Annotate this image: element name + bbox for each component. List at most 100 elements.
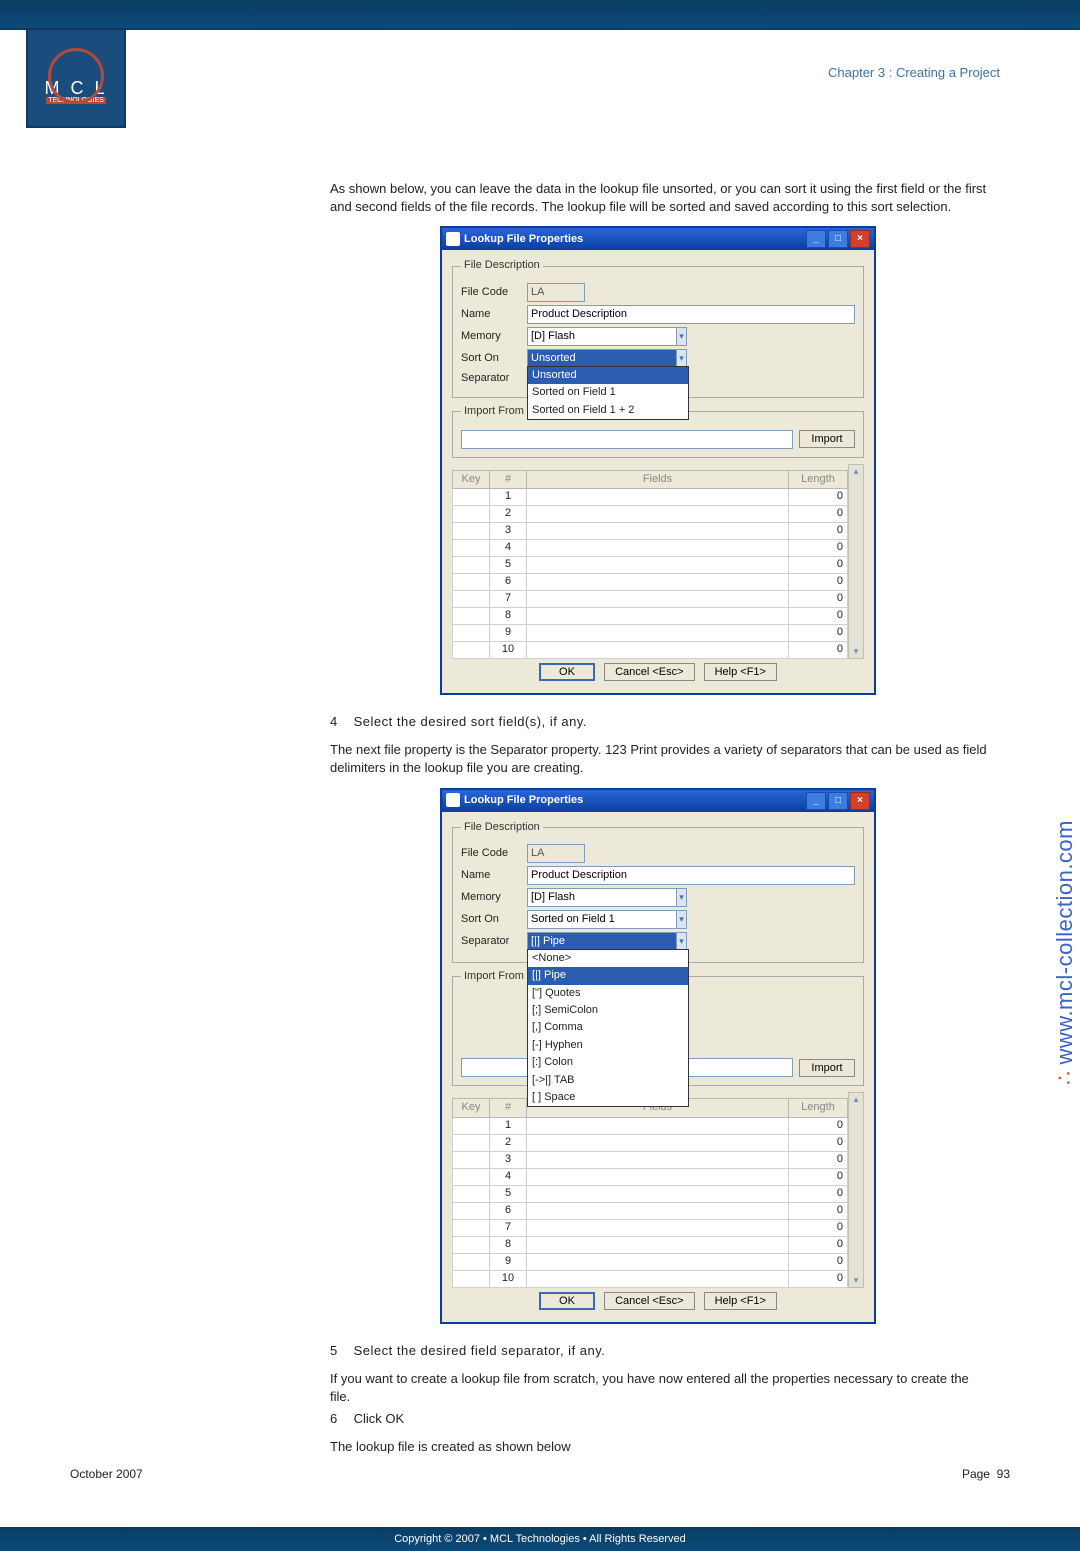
table-row: 60: [453, 1202, 848, 1219]
option-space[interactable]: [ ] Space: [528, 1089, 688, 1106]
label-memory: Memory: [461, 329, 527, 344]
close-button[interactable]: ×: [850, 230, 870, 248]
col-fields[interactable]: Fields: [527, 470, 789, 488]
file-description-legend: File Description: [461, 258, 543, 273]
fields-table[interactable]: Key # Fields Length 10 20 30 40 50 60 70…: [452, 1098, 848, 1287]
table-row: 90: [453, 624, 848, 641]
table-row: 80: [453, 1236, 848, 1253]
titlebar[interactable]: Lookup File Properties _ □ ×: [442, 228, 874, 250]
label-memory: Memory: [461, 890, 527, 905]
label-sorton: Sort On: [461, 351, 527, 366]
intro-paragraph: As shown below, you can leave the data i…: [330, 180, 990, 216]
col-length[interactable]: Length: [789, 1099, 848, 1117]
paragraph-create: If you want to create a lookup file from…: [330, 1370, 990, 1406]
maximize-button[interactable]: □: [828, 792, 848, 810]
table-row: 100: [453, 641, 848, 658]
file-description-group: File Description File Code Name Memory ▾: [452, 258, 864, 398]
table-row: 80: [453, 607, 848, 624]
label-filecode: File Code: [461, 846, 527, 861]
sorton-options[interactable]: Unsorted Sorted on Field 1 Sorted on Fie…: [527, 366, 689, 420]
mcl-logo: M C L TECHNOLOGIES: [26, 28, 126, 128]
window-title: Lookup File Properties: [464, 793, 583, 808]
help-button[interactable]: Help <F1>: [704, 1292, 777, 1310]
option-tab[interactable]: [->|] TAB: [528, 1072, 688, 1089]
option-hyphen[interactable]: [-] Hyphen: [528, 1037, 688, 1054]
name-field[interactable]: [527, 305, 855, 324]
label-separator: Separator: [461, 371, 527, 386]
help-button[interactable]: Help <F1>: [704, 663, 777, 681]
ok-button[interactable]: OK: [539, 1292, 595, 1310]
separator-options[interactable]: <None> [|] Pipe ["] Quotes [;] SemiColon…: [527, 949, 689, 1108]
col-num[interactable]: #: [490, 470, 527, 488]
option-comma[interactable]: [,] Comma: [528, 1019, 688, 1036]
filecode-field[interactable]: [527, 283, 585, 302]
col-num[interactable]: #: [490, 1099, 527, 1117]
option-colon[interactable]: [:] Colon: [528, 1054, 688, 1071]
step4-text: Select the desired sort field(s), if any…: [354, 714, 587, 729]
chapter-heading: Chapter 3 : Creating a Project: [828, 65, 1000, 80]
option-sorted-1[interactable]: Sorted on Field 1: [528, 384, 688, 401]
top-bar: [0, 0, 1080, 30]
lookup-dialog-sort: Lookup File Properties _ □ × File Descri…: [440, 226, 876, 695]
close-button[interactable]: ×: [850, 792, 870, 810]
chevron-down-icon[interactable]: ▾: [676, 327, 687, 346]
table-row: 40: [453, 539, 848, 556]
window-title: Lookup File Properties: [464, 232, 583, 247]
maximize-button[interactable]: □: [828, 230, 848, 248]
logo-ring-icon: [48, 48, 104, 104]
window-icon: [446, 232, 460, 246]
col-length[interactable]: Length: [789, 470, 848, 488]
fields-table[interactable]: Key # Fields Length 10 20 30 40 50 60 70…: [452, 470, 848, 659]
minimize-button[interactable]: _: [806, 792, 826, 810]
option-unsorted[interactable]: Unsorted: [528, 367, 688, 384]
cancel-button[interactable]: Cancel <Esc>: [604, 1292, 694, 1310]
footer-bar: Copyright © 2007 • MCL Technologies • Al…: [0, 1527, 1080, 1551]
label-filecode: File Code: [461, 285, 527, 300]
step5-text: Select the desired field separator, if a…: [354, 1343, 606, 1358]
memory-dropdown[interactable]: ▾: [527, 327, 687, 346]
import-button[interactable]: Import: [799, 1059, 855, 1077]
cancel-button[interactable]: Cancel <Esc>: [604, 663, 694, 681]
scrollbar[interactable]: ▴▾: [848, 1092, 864, 1287]
chevron-down-icon[interactable]: ▾: [676, 910, 687, 929]
name-field[interactable]: [527, 866, 855, 885]
bullet-icon: ∴: [1052, 1071, 1077, 1086]
label-sorton: Sort On: [461, 912, 527, 927]
option-sorted-12[interactable]: Sorted on Field 1 + 2: [528, 402, 688, 419]
paragraph-result: The lookup file is created as shown belo…: [330, 1438, 990, 1456]
lookup-dialog-separator: Lookup File Properties _ □ × File Descri…: [440, 788, 876, 1324]
table-row: 50: [453, 1185, 848, 1202]
paragraph-separator: The next file property is the Separator …: [330, 741, 990, 777]
option-quotes[interactable]: ["] Quotes: [528, 985, 688, 1002]
titlebar[interactable]: Lookup File Properties _ □ ×: [442, 790, 874, 812]
filecode-field[interactable]: [527, 844, 585, 863]
minimize-button[interactable]: _: [806, 230, 826, 248]
copyright: Copyright © 2007 • MCL Technologies • Al…: [394, 1533, 686, 1545]
step6-number: 6: [330, 1410, 350, 1428]
option-none[interactable]: <None>: [528, 950, 688, 967]
file-description-legend: File Description: [461, 820, 543, 835]
scrollbar[interactable]: ▴▾: [848, 464, 864, 659]
step4-number: 4: [330, 713, 350, 731]
label-name: Name: [461, 868, 527, 883]
ok-button[interactable]: OK: [539, 663, 595, 681]
option-semicolon[interactable]: [;] SemiColon: [528, 1002, 688, 1019]
footer-page: Page 93: [962, 1467, 1010, 1481]
sorton-dropdown[interactable]: ▾: [527, 910, 687, 929]
label-separator: Separator: [461, 934, 527, 949]
option-pipe[interactable]: [|] Pipe: [528, 967, 688, 984]
import-button[interactable]: Import: [799, 430, 855, 448]
table-row: 40: [453, 1168, 848, 1185]
table-row: 20: [453, 505, 848, 522]
col-key[interactable]: Key: [453, 1099, 490, 1117]
chevron-down-icon[interactable]: ▾: [676, 888, 687, 907]
table-row: 50: [453, 556, 848, 573]
import-from-legend: Import From: [461, 404, 527, 419]
table-row: 70: [453, 1219, 848, 1236]
side-url: ∴www.mcl-collection.com: [1052, 820, 1078, 1085]
import-path-field[interactable]: [461, 430, 793, 449]
col-key[interactable]: Key: [453, 470, 490, 488]
table-row: 20: [453, 1134, 848, 1151]
memory-dropdown[interactable]: ▾: [527, 888, 687, 907]
import-from-legend: Import From: [461, 969, 527, 984]
